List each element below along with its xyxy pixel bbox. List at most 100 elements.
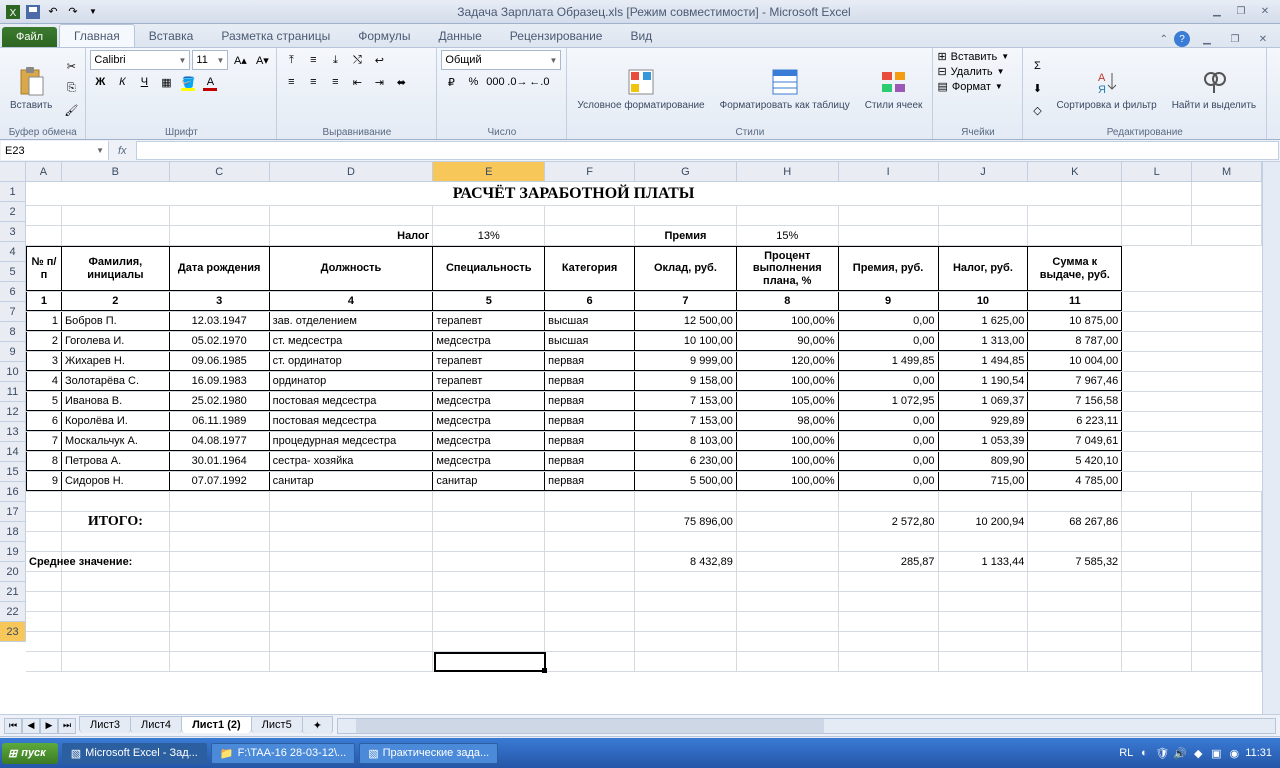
grid-rows[interactable]: РАСЧЁТ ЗАРАБОТНОЙ ПЛАТЫНалог13%Премия15%… [26,182,1262,672]
file-tab[interactable]: Файл [2,27,57,47]
fx-icon[interactable]: fx [114,145,131,157]
decrease-indent-icon[interactable]: ⇤ [347,72,367,92]
tray-icon-5[interactable]: ▣ [1209,746,1223,760]
bold-icon[interactable]: Ж [90,72,110,92]
delete-cells-button[interactable]: ⊟Удалить▼ [937,65,1004,78]
row-header-19[interactable]: 19 [0,542,25,562]
tab-data[interactable]: Данные [424,25,495,47]
format-painter-icon[interactable]: 🖌 [61,100,81,120]
tray-icon-4[interactable]: ◆ [1191,746,1205,760]
sheet-next-icon[interactable]: ▶ [40,718,58,734]
align-left-icon[interactable]: ≡ [281,72,301,92]
sheet-tab-2[interactable]: Лист1 (2) [181,716,252,733]
increase-decimal-icon[interactable]: .0→ [507,72,527,92]
restore-icon[interactable]: ❐ [1230,4,1252,20]
minimize-ribbon-icon[interactable]: ⌃ [1160,34,1168,45]
cut-icon[interactable]: ✂ [61,56,81,76]
minimize-icon[interactable]: ▁ [1206,4,1228,20]
col-header-C[interactable]: C [170,162,270,181]
col-header-J[interactable]: J [939,162,1029,181]
excel-icon[interactable]: X [4,3,22,21]
align-top-icon[interactable]: ⤒ [281,50,301,70]
number-format-combo[interactable]: Общий▼ [441,50,561,70]
language-indicator[interactable]: RL [1119,747,1133,759]
col-header-K[interactable]: K [1028,162,1122,181]
border-icon[interactable]: ▦ [156,72,176,92]
decrease-decimal-icon[interactable]: ←.0 [529,72,549,92]
col-header-B[interactable]: B [62,162,170,181]
col-header-L[interactable]: L [1122,162,1192,181]
fill-icon[interactable]: ⬇ [1027,78,1047,98]
font-name-combo[interactable]: Calibri▼ [90,50,190,70]
sheet-tab-0[interactable]: Лист3 [79,716,131,733]
vertical-scrollbar[interactable] [1262,162,1280,714]
paste-button[interactable]: Вставить [4,52,58,124]
redo-icon[interactable]: ↷ [64,3,82,21]
select-all-corner[interactable] [0,162,26,182]
tab-formulas[interactable]: Формулы [344,25,424,47]
sheet-tab-1[interactable]: Лист4 [130,716,182,733]
merge-icon[interactable]: ⬌ [391,72,411,92]
row-header-22[interactable]: 22 [0,602,25,622]
row-header-5[interactable]: 5 [0,262,25,282]
start-button[interactable]: ⊞пуск [2,743,58,764]
decrease-font-icon[interactable]: A▾ [252,50,272,70]
col-header-I[interactable]: I [839,162,939,181]
format-as-table-button[interactable]: Форматировать как таблицу [714,52,856,124]
row-header-18[interactable]: 18 [0,522,25,542]
col-header-A[interactable]: A [26,162,62,181]
workbook-restore-icon[interactable]: ❐ [1224,31,1246,47]
col-header-H[interactable]: H [737,162,839,181]
row-header-8[interactable]: 8 [0,322,25,342]
clock[interactable]: 11:31 [1245,747,1272,759]
row-header-3[interactable]: 3 [0,222,25,242]
sort-filter-button[interactable]: АЯСортировка и фильтр [1050,52,1162,124]
percent-icon[interactable]: % [463,72,483,92]
comma-icon[interactable]: 000 [485,72,505,92]
cell-styles-button[interactable]: Стили ячеек [859,52,929,124]
col-header-D[interactable]: D [270,162,434,181]
col-header-E[interactable]: E [433,162,545,181]
clear-icon[interactable]: ◇ [1027,100,1047,120]
wrap-text-icon[interactable]: ↩ [369,50,389,70]
underline-icon[interactable]: Ч [134,72,154,92]
align-right-icon[interactable]: ≡ [325,72,345,92]
row-header-1[interactable]: 1 [0,182,25,202]
row-header-12[interactable]: 12 [0,402,25,422]
tray-icon-3[interactable]: 🔊 [1173,746,1187,760]
row-header-9[interactable]: 9 [0,342,25,362]
tray-icon-6[interactable]: ◉ [1227,746,1241,760]
row-header-7[interactable]: 7 [0,302,25,322]
conditional-formatting-button[interactable]: Условное форматирование [571,52,710,124]
align-center-icon[interactable]: ≡ [303,72,323,92]
close-icon[interactable]: ✕ [1254,4,1276,20]
row-header-14[interactable]: 14 [0,442,25,462]
task-item-explorer[interactable]: 📁F:\TAA-16 28-03-12\... [211,743,355,764]
row-header-20[interactable]: 20 [0,562,25,582]
undo-icon[interactable]: ↶ [44,3,62,21]
italic-icon[interactable]: К [112,72,132,92]
tray-icon-2[interactable]: 🛡 [1155,746,1169,760]
horizontal-scrollbar[interactable] [337,718,1276,734]
formula-input[interactable] [136,141,1279,160]
orientation-icon[interactable]: ⤭ [347,50,367,70]
task-item-excel[interactable]: ▧Microsoft Excel - Зад... [62,743,207,764]
row-header-6[interactable]: 6 [0,282,25,302]
workbook-minimize-icon[interactable]: ▁ [1196,31,1218,47]
row-header-4[interactable]: 4 [0,242,25,262]
row-header-2[interactable]: 2 [0,202,25,222]
help-icon[interactable]: ? [1174,31,1190,47]
col-header-M[interactable]: M [1192,162,1262,181]
tray-icon-1[interactable]: ◐ [1137,746,1151,760]
format-cells-button[interactable]: ▤Формат▼ [937,80,1002,93]
sheet-prev-icon[interactable]: ◀ [22,718,40,734]
insert-cells-button[interactable]: ⊞Вставить▼ [937,50,1009,63]
sheet-last-icon[interactable]: ⏭ [58,718,76,734]
autosum-icon[interactable]: Σ [1027,56,1047,76]
increase-indent-icon[interactable]: ⇥ [369,72,389,92]
workbook-close-icon[interactable]: ✕ [1252,31,1274,47]
sheet-tab-3[interactable]: Лист5 [251,716,303,733]
new-sheet-button[interactable]: ✦ [302,716,333,734]
row-header-21[interactable]: 21 [0,582,25,602]
name-box[interactable]: E23▼ [1,141,109,160]
